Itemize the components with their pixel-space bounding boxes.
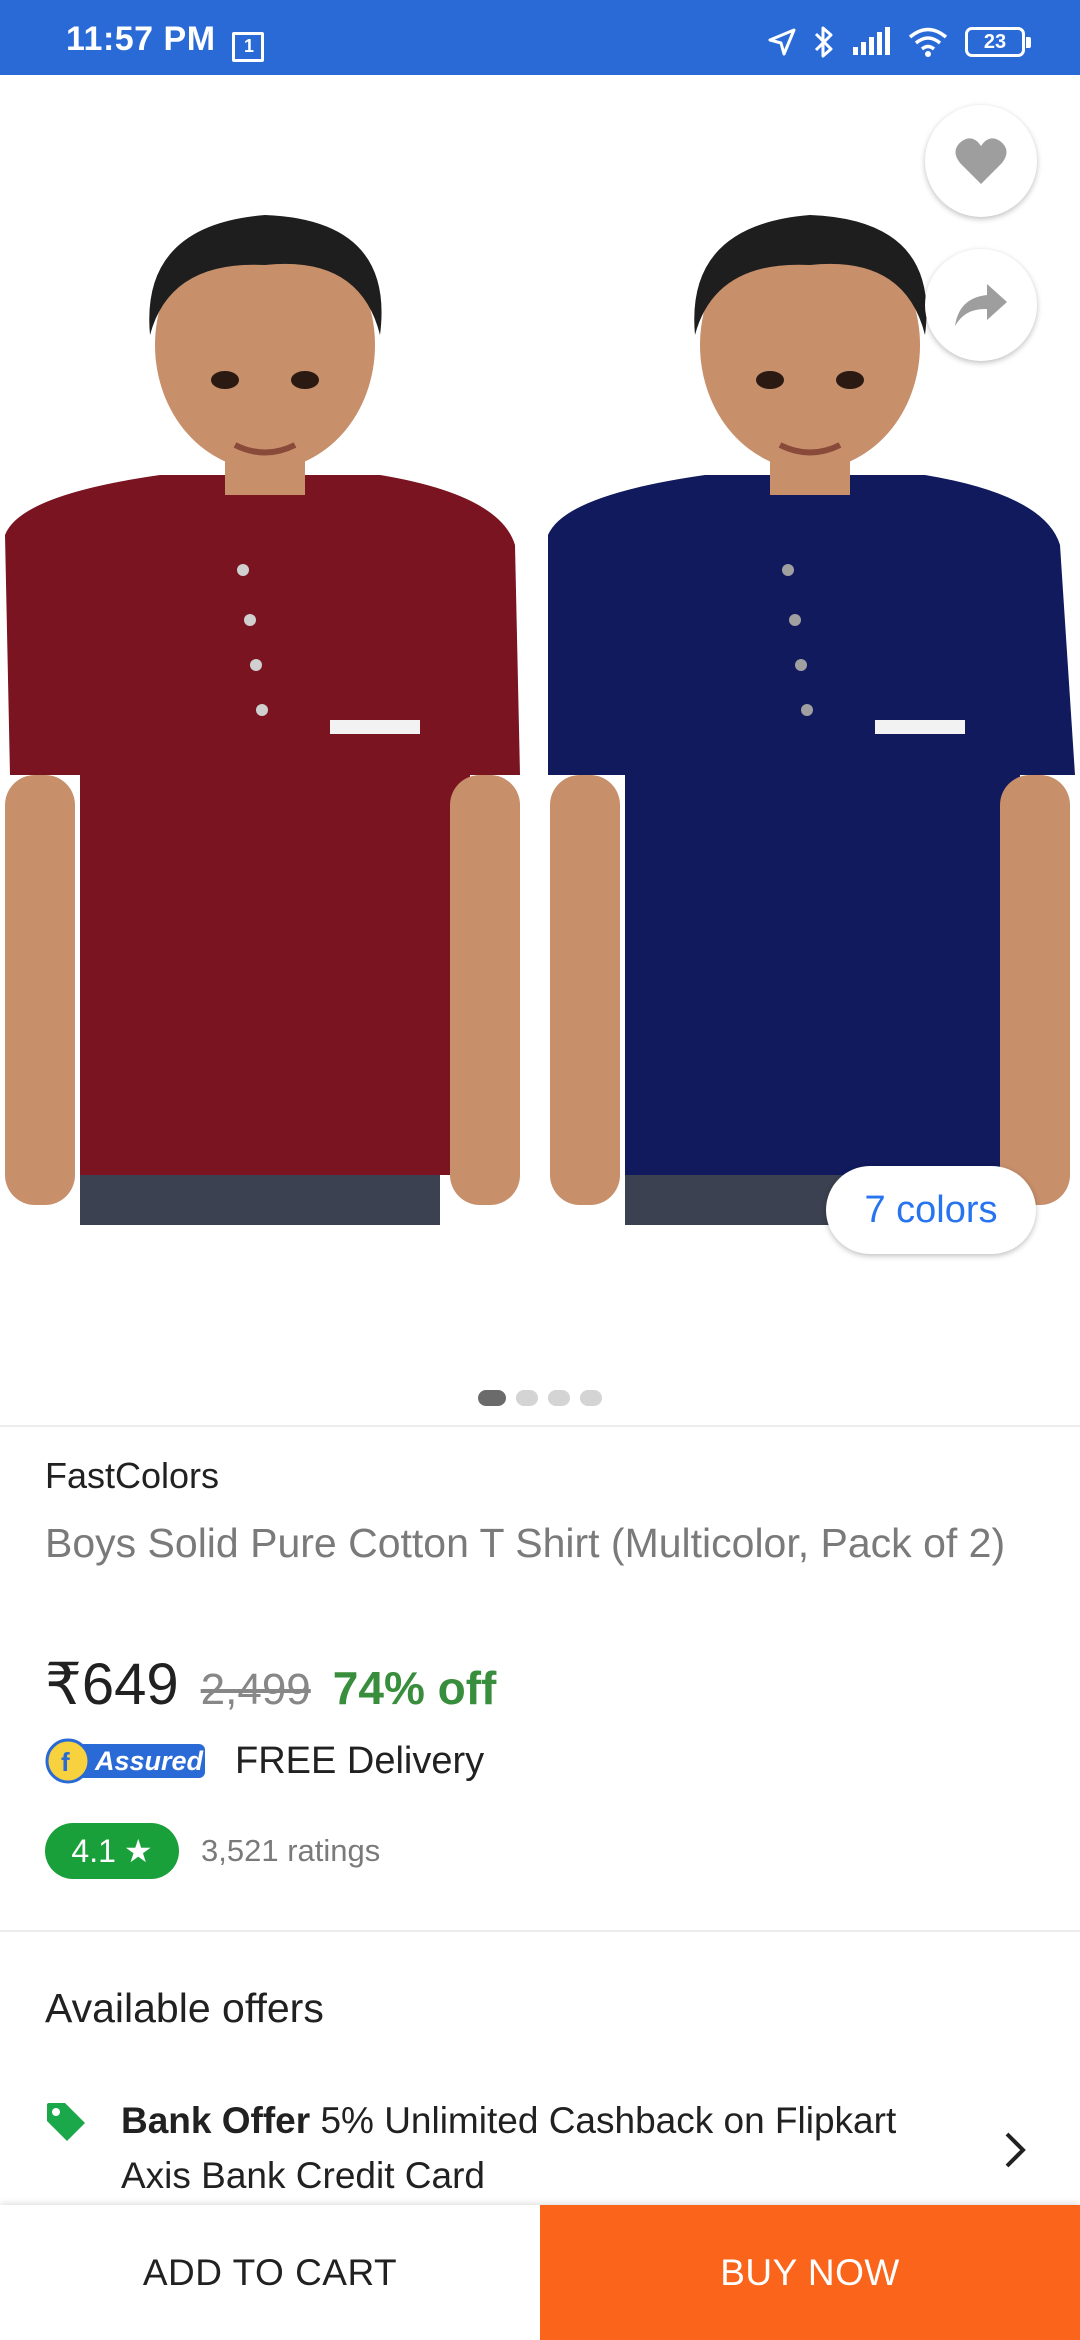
wifi-icon: [908, 27, 948, 57]
offer-item[interactable]: Bank Offer 5% Unlimited Cashback on Flip…: [45, 2093, 1035, 2203]
brand-name[interactable]: FastColors: [45, 1455, 219, 1497]
divider: [0, 1425, 1080, 1427]
selling-price: ₹649: [45, 1652, 179, 1717]
bluetooth-icon: [814, 26, 833, 58]
chevron-right-icon[interactable]: [1003, 2131, 1027, 2169]
status-bar: 11:57 PM 1 23: [0, 0, 1080, 75]
price-row: ₹649 2,499 74% off: [45, 1650, 496, 1718]
pagination-dot[interactable]: [580, 1390, 602, 1406]
location-icon: [768, 28, 796, 56]
free-delivery-text: FREE Delivery: [235, 1739, 485, 1782]
rating-value: 4.1: [71, 1832, 116, 1869]
gallery-pagination: [0, 1390, 1080, 1406]
product-image[interactable]: [0, 75, 1080, 1225]
share-button[interactable]: [925, 249, 1037, 361]
colors-chip[interactable]: 7 colors: [826, 1166, 1036, 1254]
buy-now-button[interactable]: BUY NOW: [540, 2205, 1080, 2340]
offer-text: Bank Offer 5% Unlimited Cashback on Flip…: [121, 2093, 951, 2203]
ratings-count[interactable]: 3,521 ratings: [201, 1833, 380, 1869]
status-time: 11:57 PM: [66, 20, 216, 58]
add-to-cart-button[interactable]: ADD TO CART: [0, 2205, 540, 2340]
product-gallery[interactable]: [0, 75, 1080, 1225]
offer-type: Bank Offer: [121, 2100, 311, 2141]
action-bar: ADD TO CART BUY NOW: [0, 2205, 1080, 2340]
rating-badge[interactable]: 4.1 ★: [45, 1823, 179, 1879]
rating-row[interactable]: 4.1 ★ 3,521 ratings: [45, 1823, 380, 1879]
model-right: [548, 215, 1075, 1225]
pagination-dot[interactable]: [478, 1390, 506, 1406]
battery-icon: 23: [965, 27, 1031, 57]
offer-tag-icon: [47, 2103, 85, 2141]
wishlist-button[interactable]: [925, 105, 1037, 217]
divider: [0, 1930, 1080, 1932]
signal-icon: [853, 27, 890, 55]
offers-title: Available offers: [45, 1985, 324, 2031]
status-icons: 23: [767, 22, 1031, 62]
product-title: Boys Solid Pure Cotton T Shirt (Multicol…: [45, 1520, 1006, 1566]
pagination-dot[interactable]: [516, 1390, 538, 1406]
assured-row: f Assured FREE Delivery: [45, 1738, 484, 1784]
heart-icon: [955, 138, 1007, 184]
svg-text:f: f: [61, 1747, 70, 1777]
original-price: 2,499: [200, 1665, 311, 1714]
model-left: [5, 215, 520, 1225]
assured-badge: f Assured: [45, 1738, 209, 1784]
screen-badge-icon: 1: [232, 32, 264, 62]
assured-label: Assured: [95, 1746, 204, 1776]
share-arrow-icon: [955, 284, 1007, 326]
star-icon: ★: [123, 1833, 153, 1869]
screen-badge-label: 1: [244, 36, 255, 56]
pagination-dot[interactable]: [548, 1390, 570, 1406]
discount-label: 74% off: [332, 1662, 497, 1714]
